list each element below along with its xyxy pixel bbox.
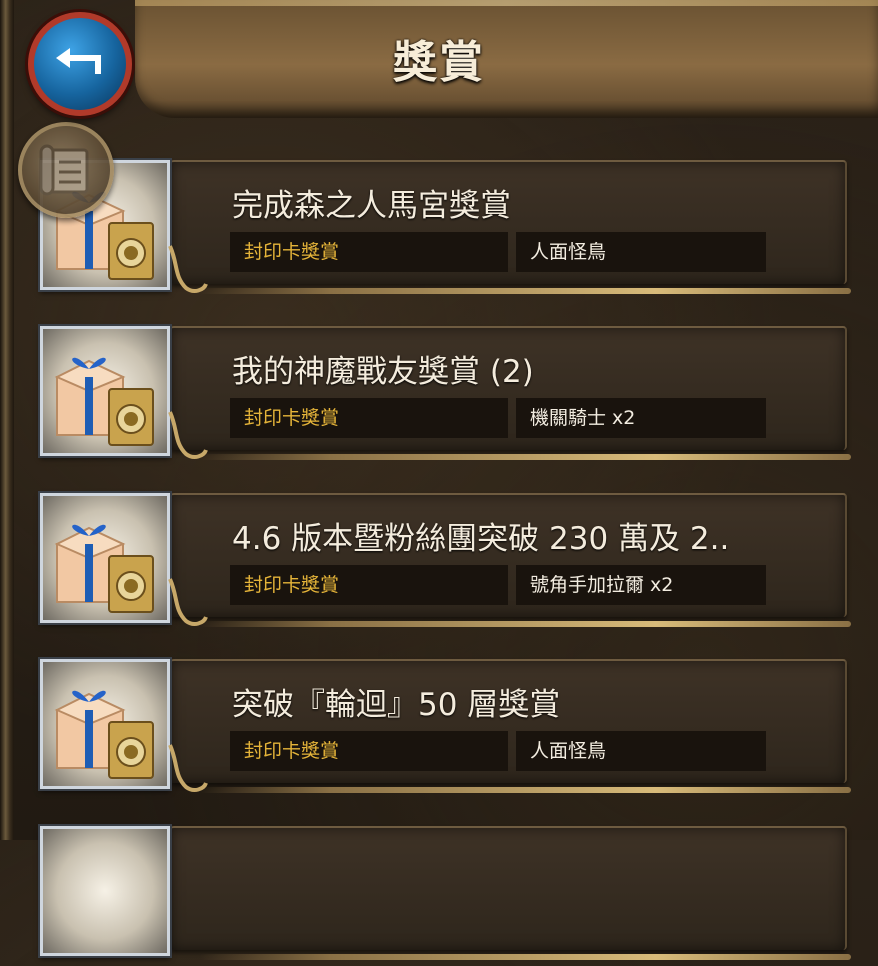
reward-item-label: 機關騎士 x2 — [516, 398, 766, 438]
back-arrow-icon — [56, 48, 101, 74]
reward-type-label: 封印卡獎賞 — [230, 232, 508, 272]
gift-box-with-card-icon — [54, 524, 154, 613]
reward-row[interactable]: 突破『輪迴』50 層獎賞 封印卡獎賞 人面怪鳥 — [40, 659, 851, 799]
gift-box-with-card-icon — [54, 690, 154, 779]
ornament-icon — [168, 411, 208, 459]
reward-title: 突破『輪迴』50 層獎賞 — [232, 687, 561, 723]
scroll-list-button[interactable] — [18, 122, 114, 218]
reward-list[interactable]: 完成森之人馬宮獎賞 封印卡獎賞 人面怪鳥 我的神魔戰友獎賞 (2) 封印卡獎賞 … — [0, 0, 878, 960]
reward-thumbnail — [40, 659, 170, 789]
reward-row-panel — [170, 826, 851, 960]
reward-row[interactable]: 我的神魔戰友獎賞 (2) 封印卡獎賞 機關騎士 x2 — [40, 326, 851, 466]
reward-thumbnail — [40, 326, 170, 456]
reward-title: 完成森之人馬宮獎賞 — [232, 188, 511, 224]
reward-type-label: 封印卡獎賞 — [230, 398, 508, 438]
ornament-icon — [168, 245, 208, 293]
reward-item-label: 人面怪鳥 — [516, 731, 766, 771]
reward-title: 4.6 版本暨粉絲團突破 230 萬及 2.. — [232, 521, 730, 557]
reward-title: 我的神魔戰友獎賞 (2) — [232, 354, 534, 390]
reward-type-label: 封印卡獎賞 — [230, 731, 508, 771]
reward-row[interactable]: 完成森之人馬宮獎賞 封印卡獎賞 人面怪鳥 — [40, 160, 851, 300]
reward-item-label: 人面怪鳥 — [516, 232, 766, 272]
reward-row[interactable]: 4.6 版本暨粉絲團突破 230 萬及 2.. 封印卡獎賞 號角手加拉爾 x2 — [40, 493, 851, 633]
back-button[interactable] — [28, 12, 132, 116]
gift-box-with-card-icon — [54, 357, 154, 446]
reward-item-label: 號角手加拉爾 x2 — [516, 565, 766, 605]
reward-thumbnail — [40, 493, 170, 623]
reward-thumbnail — [40, 826, 170, 956]
ornament-icon — [168, 744, 208, 792]
reward-type-label: 封印卡獎賞 — [230, 565, 508, 605]
ornament-icon — [168, 578, 208, 626]
reward-row[interactable] — [40, 826, 851, 966]
scroll-icon — [39, 144, 89, 196]
